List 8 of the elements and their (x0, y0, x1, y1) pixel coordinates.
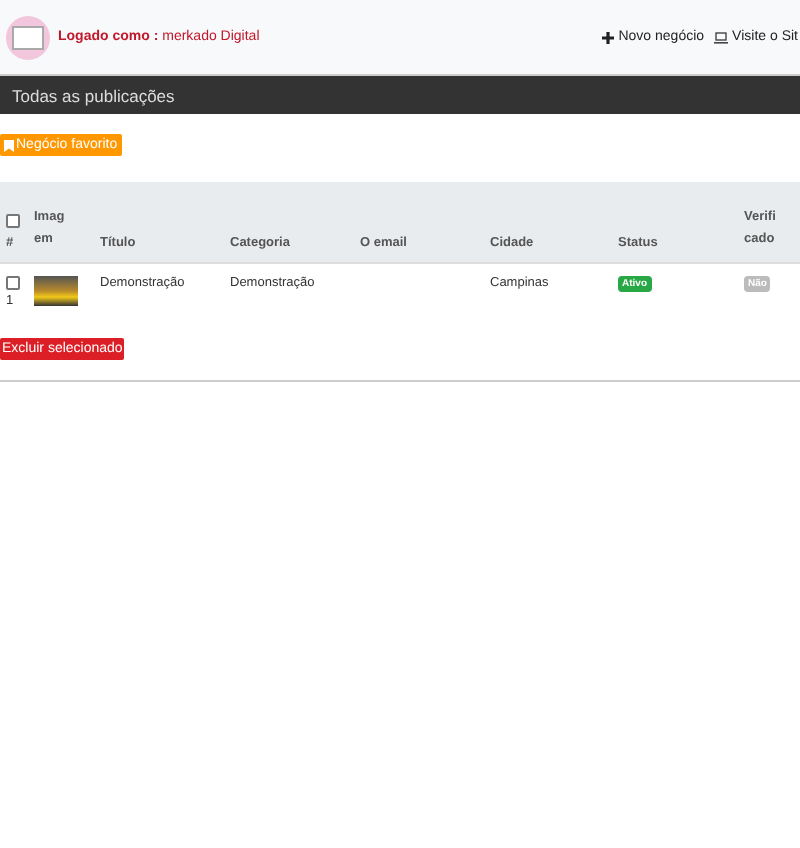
plus-icon (602, 31, 615, 43)
photo-placeholder (34, 276, 78, 306)
laptop-icon (714, 31, 729, 43)
logo-icon (6, 15, 50, 59)
bookmark-icon (4, 139, 14, 151)
page-title: Todas as publicações (12, 85, 175, 105)
row-checkbox[interactable] (6, 276, 20, 290)
select-all-checkbox[interactable] (6, 214, 20, 228)
